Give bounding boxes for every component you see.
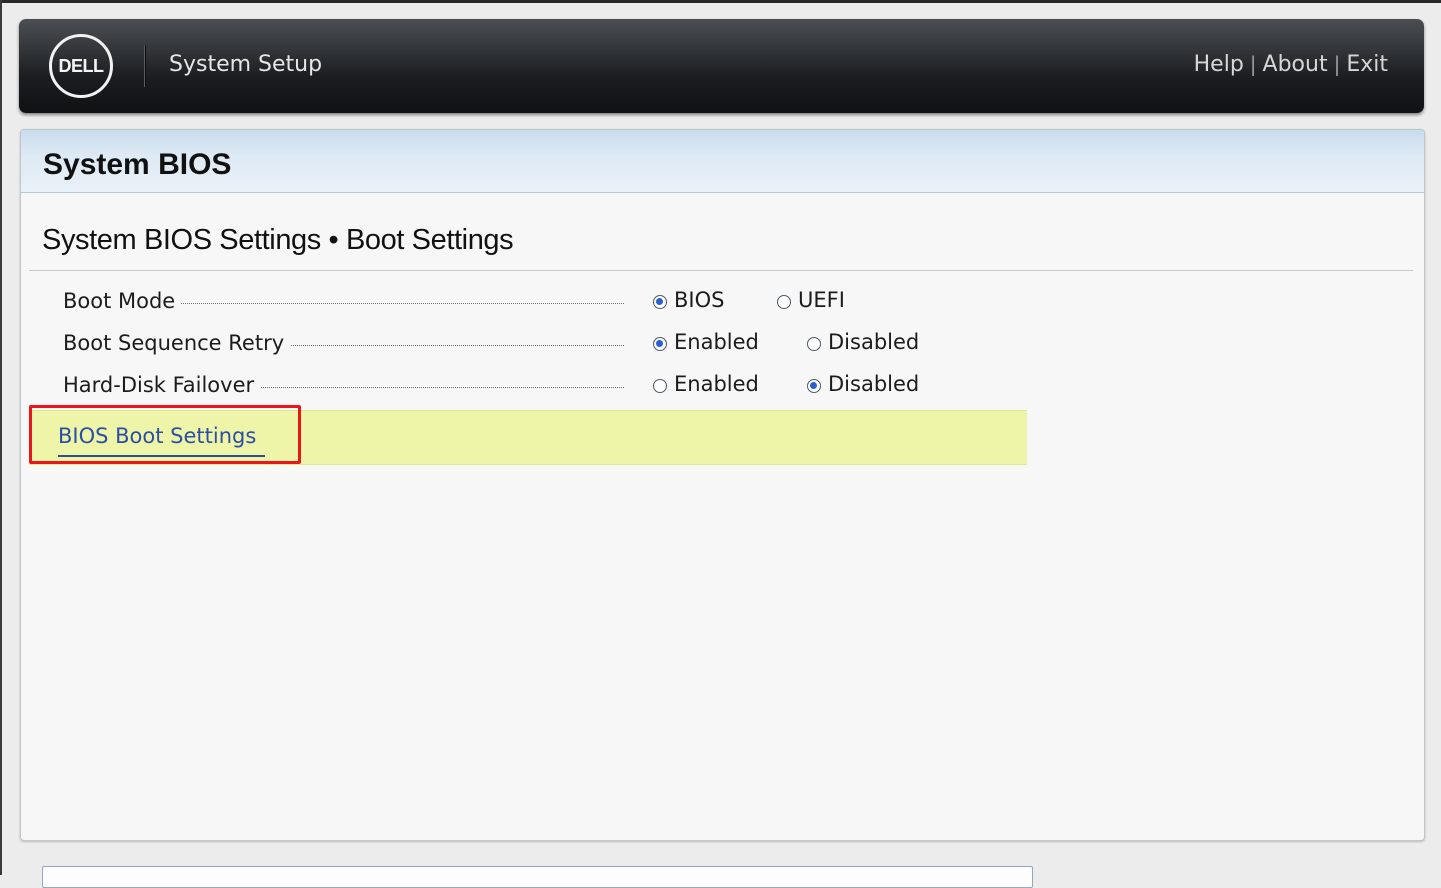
option-label: Disabled (828, 330, 920, 354)
panel-header: System BIOS (21, 130, 1424, 193)
about-link[interactable]: About (1263, 52, 1328, 77)
radio-unselected-icon[interactable] (777, 295, 791, 309)
logo-text: DELL (58, 55, 105, 76)
setting-label: Hard-Disk Failover (63, 372, 261, 398)
option-label: Enabled (674, 372, 759, 396)
setting-label: Boot Mode (63, 288, 182, 314)
option-label: BIOS (674, 288, 725, 312)
help-link[interactable]: Help (1194, 52, 1244, 77)
radio-selected-icon[interactable] (807, 379, 821, 393)
dell-logo: DELL (49, 34, 113, 98)
setting-row-boot-mode: Boot Mode BIOS UEFI (63, 284, 933, 318)
setting-row-boot-sequence-retry: Boot Sequence Retry Enabled Disabled (63, 326, 933, 360)
window-top-edge (0, 0, 1441, 3)
section-divider (29, 270, 1413, 271)
app-title: System Setup (169, 52, 323, 77)
radio-unselected-icon[interactable] (807, 337, 821, 351)
option-label: UEFI (798, 288, 845, 312)
bios-boot-settings-link[interactable]: BIOS Boot Settings (58, 423, 256, 449)
section-title: System BIOS Settings • Boot Settings (42, 224, 514, 256)
setting-label: Boot Sequence Retry (63, 330, 291, 356)
exit-link[interactable]: Exit (1346, 52, 1388, 77)
option-label: Disabled (828, 372, 920, 396)
hdd-failover-disabled-option[interactable]: Disabled (807, 370, 919, 398)
radio-unselected-icon[interactable] (653, 379, 667, 393)
radio-selected-icon[interactable] (653, 337, 667, 351)
link-separator: | (1249, 52, 1257, 76)
window-left-edge (0, 0, 2, 875)
boot-retry-disabled-option[interactable]: Disabled (807, 328, 919, 356)
boot-retry-enabled-option[interactable]: Enabled (653, 328, 759, 356)
header-links: Help | About | Exit (1194, 50, 1388, 79)
option-label: Enabled (674, 330, 759, 354)
link-separator: | (1333, 52, 1341, 76)
header-bar: DELL System Setup Help | About | Exit (19, 19, 1424, 113)
page-title: System BIOS (43, 148, 232, 181)
header-divider (144, 45, 146, 87)
radio-selected-icon[interactable] (653, 295, 667, 309)
boot-mode-uefi-option[interactable]: UEFI (777, 286, 845, 314)
submenu-row-bios-boot-settings[interactable]: BIOS Boot Settings (29, 410, 1027, 465)
setting-row-hard-disk-failover: Hard-Disk Failover Enabled Disabled (63, 368, 933, 402)
main-panel: System BIOS System BIOS Settings • Boot … (20, 129, 1425, 841)
boot-mode-bios-option[interactable]: BIOS (653, 286, 724, 314)
link-underline (58, 455, 265, 457)
hdd-failover-enabled-option[interactable]: Enabled (653, 370, 759, 398)
help-text-box (42, 866, 1033, 888)
